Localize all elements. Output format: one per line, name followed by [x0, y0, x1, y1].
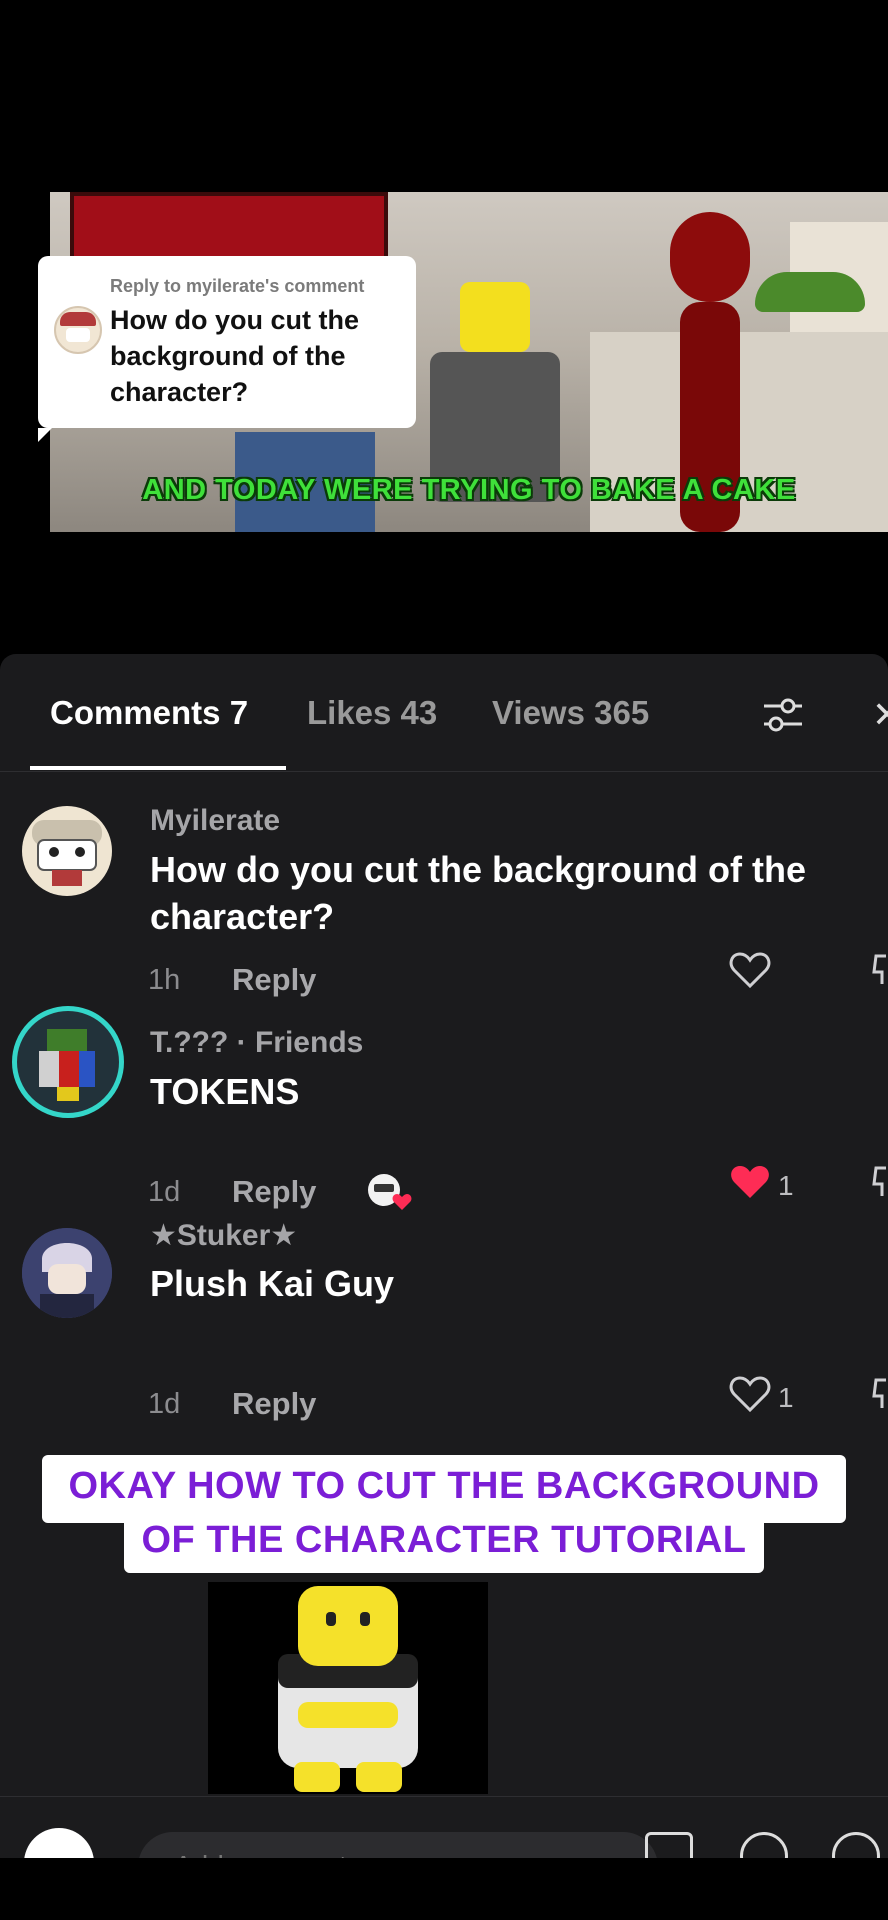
- tab-comments[interactable]: Comments 7: [50, 694, 248, 732]
- video-plant: [755, 272, 865, 312]
- reply-button[interactable]: Reply: [232, 1174, 316, 1210]
- reply-label: Reply to myilerate's comment: [110, 276, 365, 296]
- comment-input[interactable]: Add comment...: [138, 1832, 658, 1858]
- mention-icon[interactable]: [740, 1832, 788, 1858]
- tutorial-character-image: [208, 1582, 488, 1794]
- comment-time: 1h: [148, 964, 181, 996]
- tab-views[interactable]: Views 365: [492, 694, 649, 732]
- comment-text: How do you cut the background of the cha…: [150, 849, 806, 937]
- reply-avatar: [54, 306, 102, 354]
- dislike-icon[interactable]: [872, 1378, 888, 1412]
- comment-time: 1d: [148, 1176, 181, 1208]
- avatar-blocks-icon: [39, 1029, 95, 1101]
- tab-active-underline: [30, 766, 286, 770]
- comment-time: 1d: [148, 1388, 181, 1420]
- dislike-icon[interactable]: [872, 1166, 888, 1200]
- image-icon[interactable]: [645, 1832, 693, 1858]
- close-icon[interactable]: ✕: [872, 694, 888, 736]
- comment-author[interactable]: ★Stuker★: [150, 1218, 297, 1253]
- heart-filled-icon[interactable]: [728, 1162, 772, 1202]
- heart-outline-icon[interactable]: [728, 1374, 772, 1414]
- tutorial-caption: OKAY HOW TO CUT THE BACKGROUND OF THE CH…: [42, 1455, 846, 1579]
- avatar[interactable]: [22, 1228, 112, 1318]
- avatar[interactable]: [22, 806, 112, 896]
- tab-likes[interactable]: Likes 43: [307, 694, 437, 732]
- comment-input-bar: Add comment...: [0, 1818, 888, 1858]
- comment-text: TOKENS: [150, 1071, 300, 1112]
- like-count: 1: [778, 1382, 794, 1413]
- my-avatar: [24, 1828, 94, 1858]
- tabs-bar: Comments 7 Likes 43 Views 365 ✕: [0, 654, 888, 772]
- comment-author[interactable]: Myilerate: [150, 804, 280, 838]
- sliders-icon[interactable]: [760, 692, 806, 738]
- avatar[interactable]: [12, 1006, 124, 1118]
- creator-liked-avatar-icon: [368, 1174, 412, 1210]
- reply-comment-sticker: Reply to myilerate's comment How do you …: [38, 256, 416, 442]
- bottom-divider: [0, 1796, 888, 1797]
- reply-button[interactable]: Reply: [232, 1386, 316, 1422]
- bottom-black-area: [0, 1858, 888, 1920]
- avatar-anime-icon: [22, 1228, 112, 1318]
- emoji-icon[interactable]: [832, 1832, 880, 1858]
- like-count: 1: [778, 1170, 794, 1201]
- reply-text: How do you cut the background of the cha…: [110, 305, 359, 407]
- reply-button[interactable]: Reply: [232, 962, 316, 998]
- video-red-sign: [70, 192, 388, 260]
- comment-author[interactable]: T.??? · Friends: [150, 1026, 363, 1060]
- avatar-myilerate-icon: [32, 820, 102, 886]
- tutorial-caption-line2: OF THE CHARACTER TUTORIAL: [124, 1511, 764, 1573]
- heart-outline-icon[interactable]: [728, 950, 772, 990]
- dislike-icon[interactable]: [872, 954, 888, 988]
- video-caption: AND TODAY WERE TRYING TO BAKE A CAKE: [142, 474, 796, 506]
- comment-text: Plush Kai Guy: [150, 1263, 395, 1304]
